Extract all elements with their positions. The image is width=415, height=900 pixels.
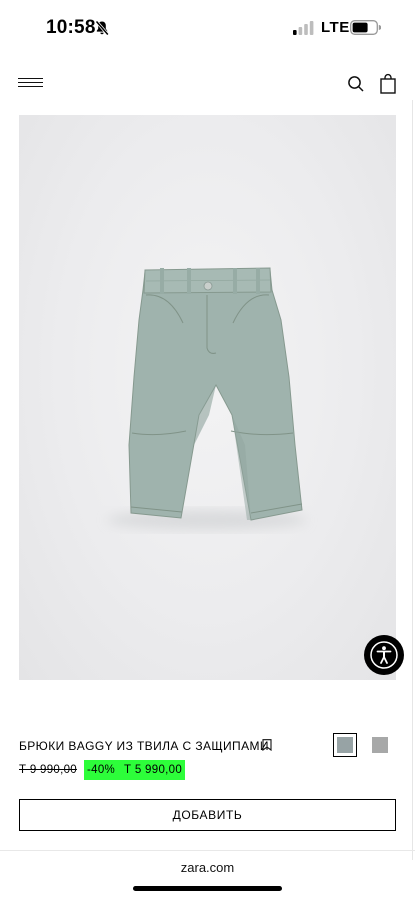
bookmark-icon[interactable] [262, 739, 272, 751]
product-image[interactable] [19, 115, 396, 680]
url-bar[interactable]: zara.com [0, 860, 415, 875]
network-type: LTE [321, 19, 350, 36]
status-bar: 10:58 LTE [0, 0, 415, 56]
swatch-sage-fill [337, 737, 353, 753]
home-indicator[interactable] [133, 886, 282, 891]
search-icon[interactable] [346, 74, 366, 94]
signal-icon [293, 21, 314, 35]
sale-price-badge: -40% Т 5 990,00 [84, 760, 186, 780]
menu-icon[interactable] [18, 78, 44, 92]
product-pants-illustration [107, 267, 307, 530]
shopping-bag-icon[interactable] [378, 73, 398, 95]
add-to-cart-button[interactable]: ДОБАВИТЬ [19, 799, 396, 831]
status-time: 10:58 [46, 17, 96, 38]
color-swatch-sage[interactable] [333, 733, 357, 757]
divider [0, 850, 415, 851]
accessibility-button[interactable] [364, 635, 404, 675]
color-swatch-grey[interactable] [372, 737, 388, 753]
discount-percent: -40% [87, 764, 116, 776]
battery-icon [350, 20, 381, 35]
product-name: БРЮКИ BAGGY ИЗ ТВИЛА С ЗАЩИПАМИ [19, 739, 269, 753]
accessibility-icon [370, 641, 398, 669]
original-price: Т 9 990,00 [19, 764, 77, 776]
sale-price: Т 5 990,00 [124, 764, 183, 776]
bell-slash-icon [95, 20, 109, 36]
top-nav [0, 60, 415, 108]
scroll-edge [412, 100, 413, 860]
